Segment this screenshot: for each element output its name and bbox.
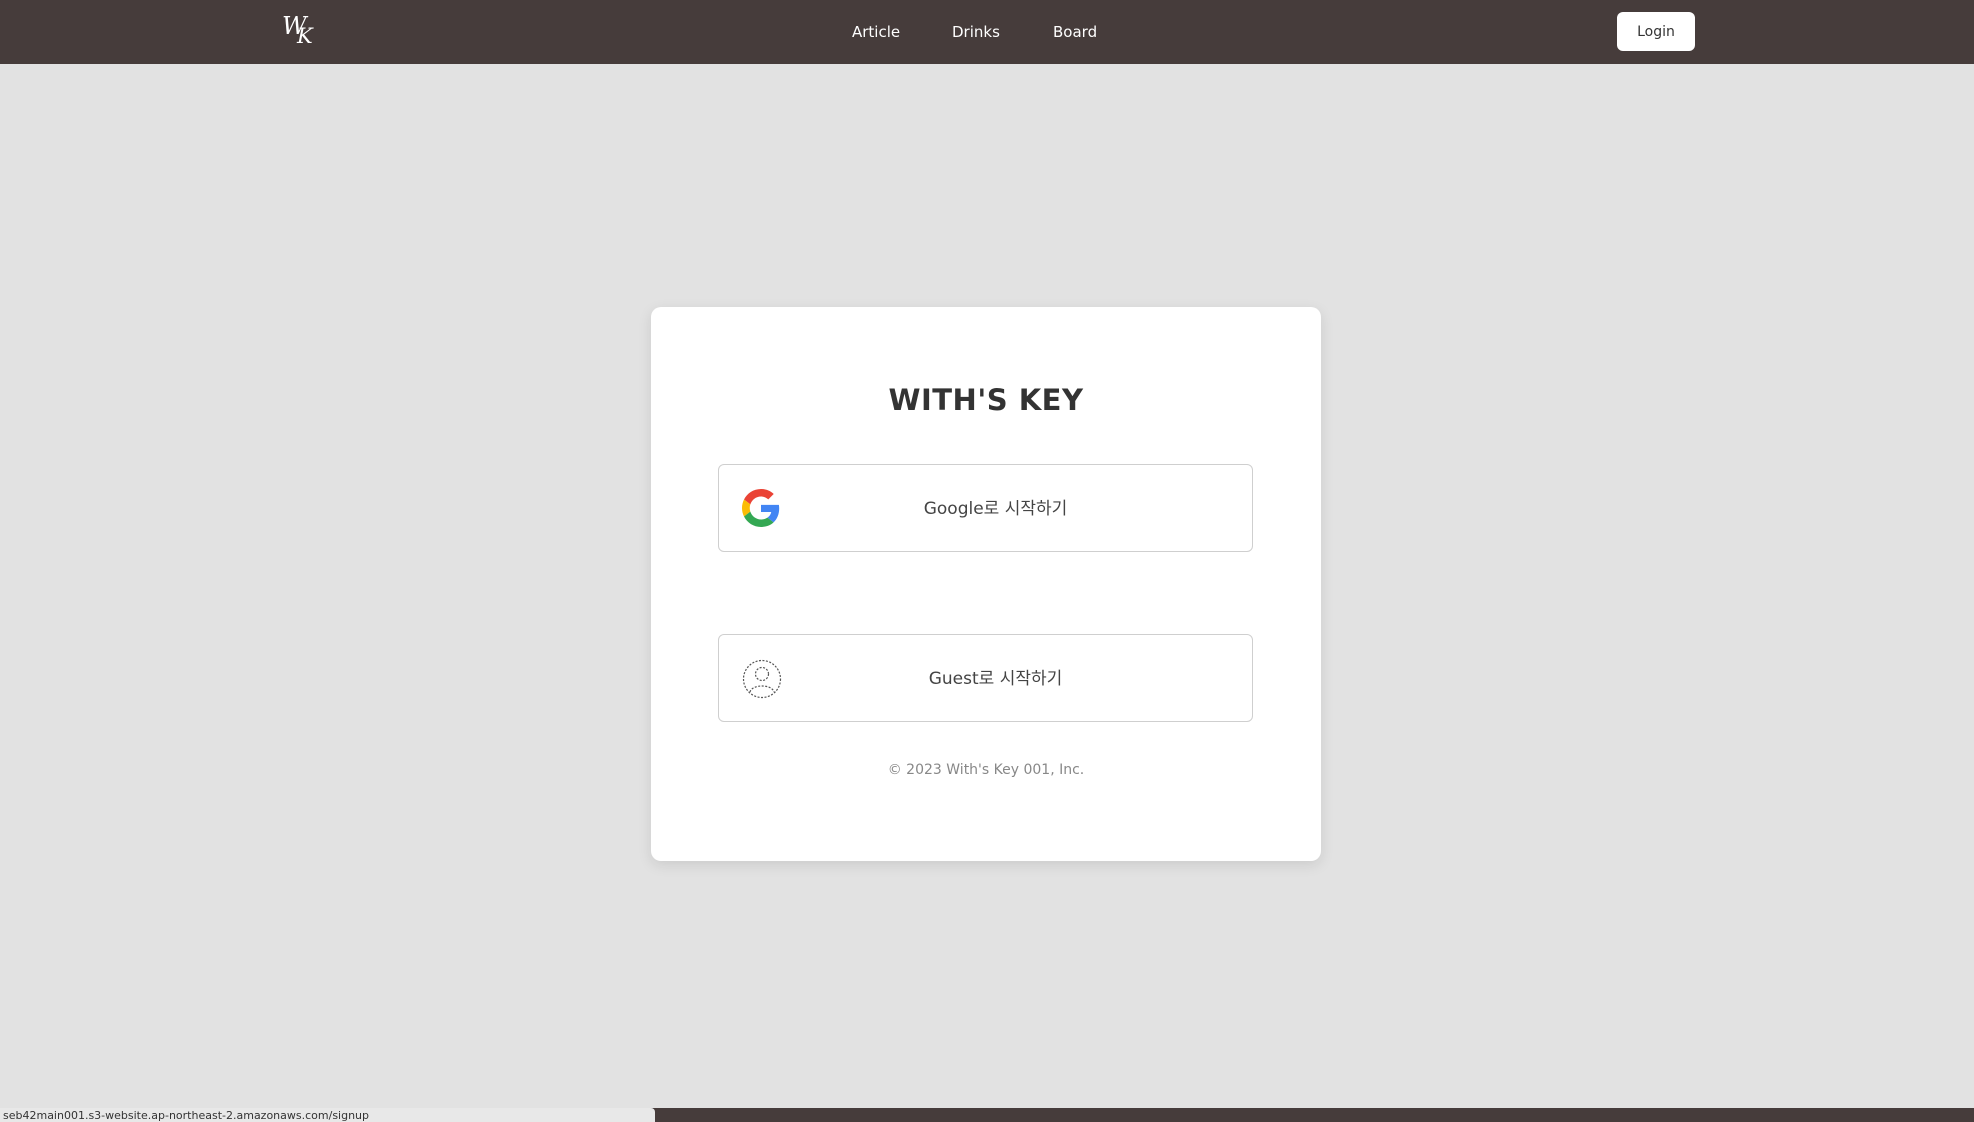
browser-status-bar: seb42main001.s3-website.ap-northeast-2.a… [0,1108,1974,1122]
guest-signin-button[interactable]: Guest로 시작하기 [718,634,1253,722]
google-signin-label: Google로 시작하기 [923,499,1068,519]
site-logo[interactable]: W K [280,12,324,52]
signup-card: WITH'S KEY Google로 시작하기 Guest로 시작하기 © 20… [651,307,1321,861]
nav-link-drinks[interactable]: Drinks [952,20,1000,44]
nav-link-article[interactable]: Article [852,20,900,44]
login-button[interactable]: Login [1617,12,1695,51]
top-navbar: W K Article Drinks Board Login [0,0,1974,64]
logo-letter-k: K [297,24,313,48]
card-title: WITH'S KEY [888,383,1084,417]
status-url: seb42main001.s3-website.ap-northeast-2.a… [0,1108,655,1122]
guest-signin-label: Guest로 시작하기 [928,669,1063,689]
nav-link-board[interactable]: Board [1053,20,1097,44]
copyright-text: © 2023 With's Key 001, Inc. [887,762,1085,778]
google-signin-button[interactable]: Google로 시작하기 [718,464,1253,552]
